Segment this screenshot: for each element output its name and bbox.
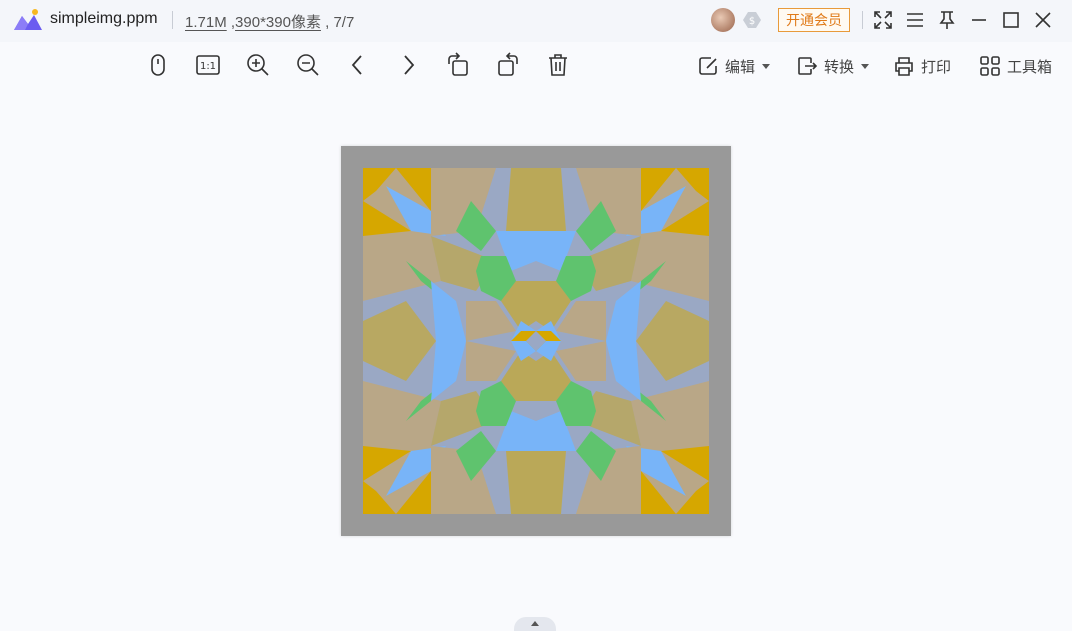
toolbox-icon — [980, 56, 1000, 76]
print-button[interactable]: 打印 — [893, 54, 951, 78]
edit-icon — [699, 57, 717, 75]
vip-button[interactable]: 开通会员 — [778, 8, 850, 32]
close-icon[interactable] — [1031, 8, 1055, 32]
actual-size-button[interactable]: 1:1 — [195, 52, 221, 78]
toolbox-button[interactable]: 工具箱 — [979, 54, 1052, 78]
menu-icon[interactable] — [903, 8, 927, 32]
pin-icon[interactable] — [935, 8, 959, 32]
divider — [862, 11, 863, 29]
chevron-down-icon — [762, 63, 771, 69]
print-icon — [895, 57, 913, 76]
app-logo-icon — [14, 9, 42, 30]
toolbox-label: 工具箱 — [1007, 58, 1053, 76]
zoom-in-icon[interactable] — [245, 52, 271, 78]
file-name: simpleimg.ppm — [50, 10, 158, 27]
maximize-icon[interactable] — [999, 8, 1023, 32]
edit-label: 编辑 — [725, 58, 756, 76]
convert-label: 转换 — [824, 58, 855, 76]
chevron-down-icon — [861, 63, 870, 69]
delete-icon[interactable] — [545, 52, 571, 78]
pattern — [363, 168, 709, 514]
rotate-right-icon[interactable] — [495, 52, 521, 78]
image-preview[interactable] — [341, 146, 731, 536]
svg-text:$: $ — [749, 16, 755, 27]
zoom-out-icon[interactable] — [295, 52, 321, 78]
toolbar: 1:1 编辑 转换 打印 工具箱 — [0, 42, 1072, 90]
title-bar: simpleimg.ppm 1.71M ,390*390像素 , 7/7 $ 开… — [0, 0, 1072, 42]
chevron-up-icon — [531, 621, 539, 626]
minimize-icon[interactable] — [967, 8, 991, 32]
coin-icon[interactable]: $ — [741, 9, 763, 31]
convert-button[interactable]: 转换 — [796, 54, 870, 78]
print-label: 打印 — [921, 58, 952, 76]
divider — [172, 11, 173, 29]
file-size[interactable]: 1.71M — [185, 14, 227, 31]
fullscreen-icon[interactable] — [871, 8, 895, 32]
next-icon[interactable] — [395, 52, 421, 78]
avatar[interactable] — [711, 8, 735, 32]
edit-button[interactable]: 编辑 — [697, 54, 771, 78]
mouse-icon[interactable] — [145, 52, 171, 78]
prev-icon[interactable] — [345, 52, 371, 78]
svg-text:1:1: 1:1 — [200, 61, 216, 72]
image-index: 7/7 — [333, 14, 355, 31]
file-meta: 1.71M ,390*390像素 , 7/7 — [185, 14, 355, 31]
image-dimensions[interactable]: 390*390像素 — [235, 14, 321, 31]
convert-icon — [798, 57, 818, 75]
rotate-left-icon[interactable] — [445, 52, 471, 78]
